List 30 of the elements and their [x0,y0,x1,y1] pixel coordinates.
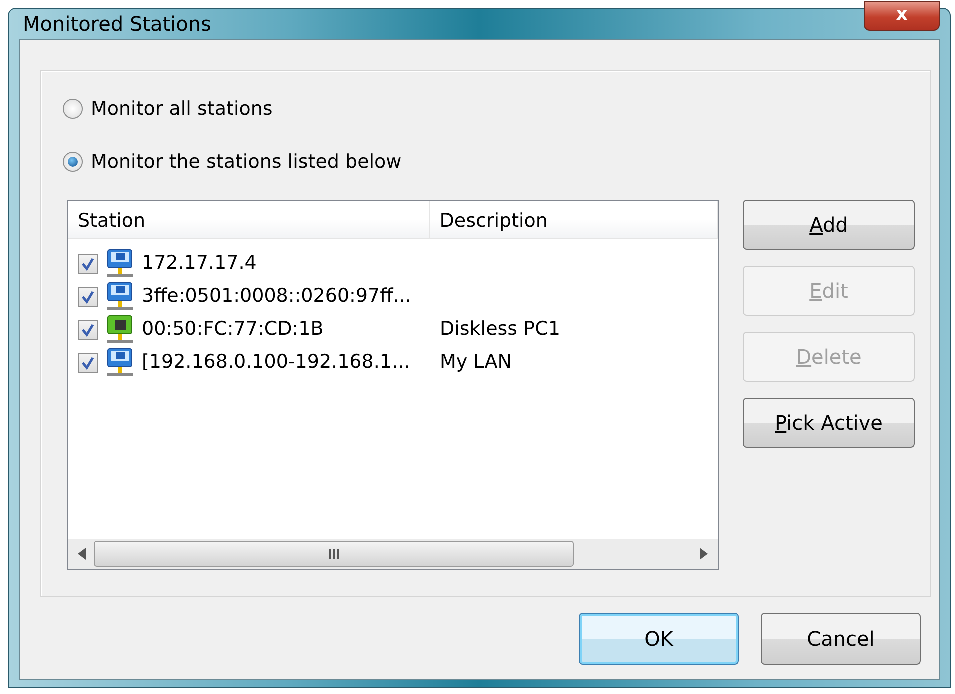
scroll-left-icon[interactable] [76,547,88,561]
station-cell-text: 00:50:FC:77:CD:1B [142,317,324,342]
checkbox[interactable] [78,352,98,372]
radio-label: Monitor the stations listed below [91,150,402,174]
description-cell-text: Diskless PC1 [439,317,560,342]
checkbox[interactable] [78,286,98,306]
checkbox[interactable] [78,254,98,274]
station-cell-text: 3ffe:0501:0008::0260:97ff... [142,284,412,310]
scroll-right-icon[interactable] [698,547,710,561]
station-cell-text: [192.168.0.100-192.168.1... [142,350,410,376]
description-cell-text: My LAN [439,350,512,376]
radio-button[interactable] [63,99,83,120]
column-header[interactable]: Station [68,201,430,238]
cancel-button[interactable]: Cancel [761,613,921,665]
ok-button[interactable]: OK [579,613,739,665]
scrollbar-thumb[interactable] [94,541,574,567]
radio-label: Monitor all stations [91,97,273,122]
network-computer-icon [104,248,136,278]
station-cell-text: 172.17.17.4 [142,251,257,276]
horizontal-scrollbar[interactable] [68,539,718,569]
checkbox[interactable] [78,320,98,340]
network-card-icon [104,314,136,344]
close-button[interactable]: x [864,1,940,31]
window-title: Monitored Stations [22,11,212,38]
pick-active-button[interactable]: Pick Active [743,398,915,448]
add-button[interactable]: Add [743,200,915,250]
radio-button[interactable] [63,152,83,172]
network-computer-icon [104,282,136,312]
column-header[interactable]: Description [430,201,718,238]
network-computer-icon [104,348,136,378]
